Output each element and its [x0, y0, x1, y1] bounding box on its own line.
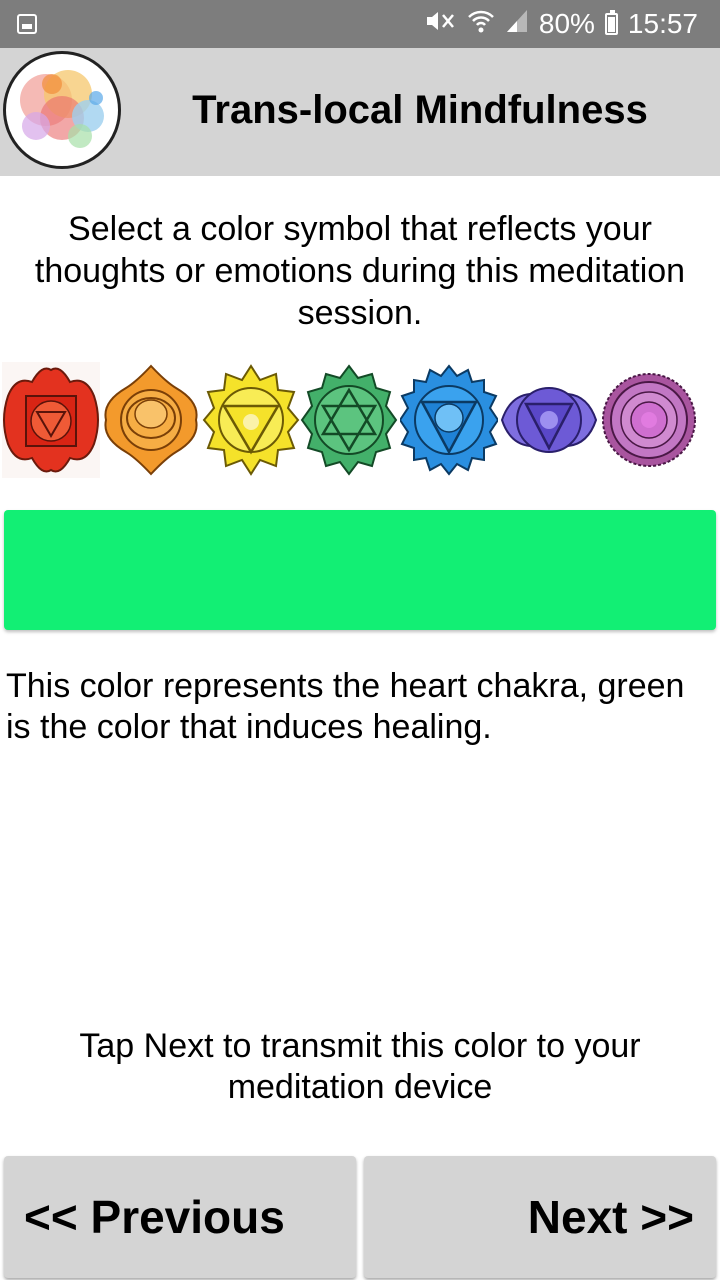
- color-description: This color represents the heart chakra, …: [6, 667, 685, 746]
- app-bar: Trans-local Mindfulness: [0, 48, 720, 176]
- mute-icon: [423, 8, 457, 41]
- battery-percent: 80%: [538, 8, 595, 39]
- gallery-notification-icon: [17, 14, 37, 34]
- solar-plexus-chakra-icon[interactable]: [202, 362, 300, 478]
- root-chakra-icon[interactable]: [2, 362, 100, 478]
- next-button[interactable]: Next >>: [364, 1156, 716, 1278]
- wifi-icon: [467, 7, 495, 42]
- app-logo: [3, 51, 121, 169]
- chakra-selector: [0, 362, 720, 478]
- clock: 15:57: [627, 8, 698, 39]
- transmit-hint: Tap Next to transmit this color to your …: [79, 1027, 641, 1106]
- battery-icon: [604, 10, 618, 35]
- signal-icon: [505, 8, 529, 41]
- selected-color-swatch: [4, 510, 716, 630]
- crown-chakra-icon[interactable]: [600, 362, 698, 478]
- previous-button[interactable]: << Previous: [4, 1156, 356, 1278]
- status-bar: 80% 15:57: [0, 0, 720, 48]
- throat-chakra-icon[interactable]: [398, 362, 500, 478]
- heart-chakra-icon[interactable]: [300, 362, 398, 478]
- app-title: Trans-local Mindfulness: [192, 88, 648, 132]
- instruction-text: Select a color symbol that reflects your…: [34, 210, 686, 332]
- third-eye-chakra-icon[interactable]: [500, 362, 598, 478]
- sacral-chakra-icon[interactable]: [102, 362, 200, 478]
